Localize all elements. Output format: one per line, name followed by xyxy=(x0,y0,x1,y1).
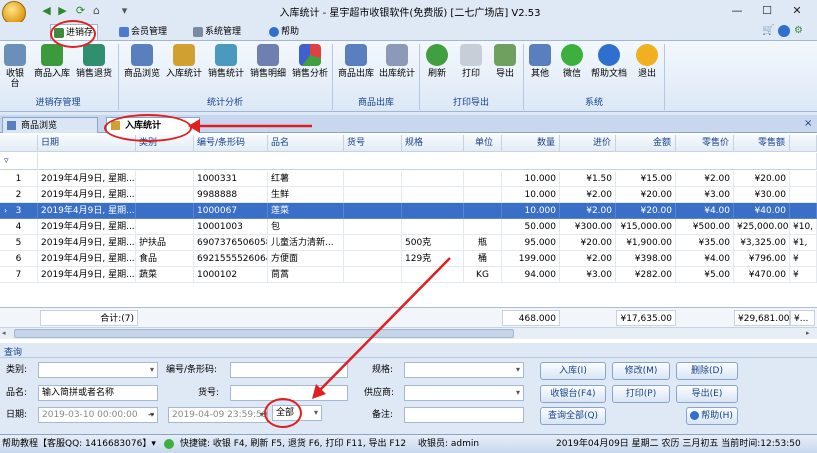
arrowhead-stock-in-tab xyxy=(188,119,200,133)
annotation-arrows xyxy=(188,119,451,399)
current-row-indicator-icon: › xyxy=(4,206,8,215)
arrow-to-range-select xyxy=(317,257,451,393)
